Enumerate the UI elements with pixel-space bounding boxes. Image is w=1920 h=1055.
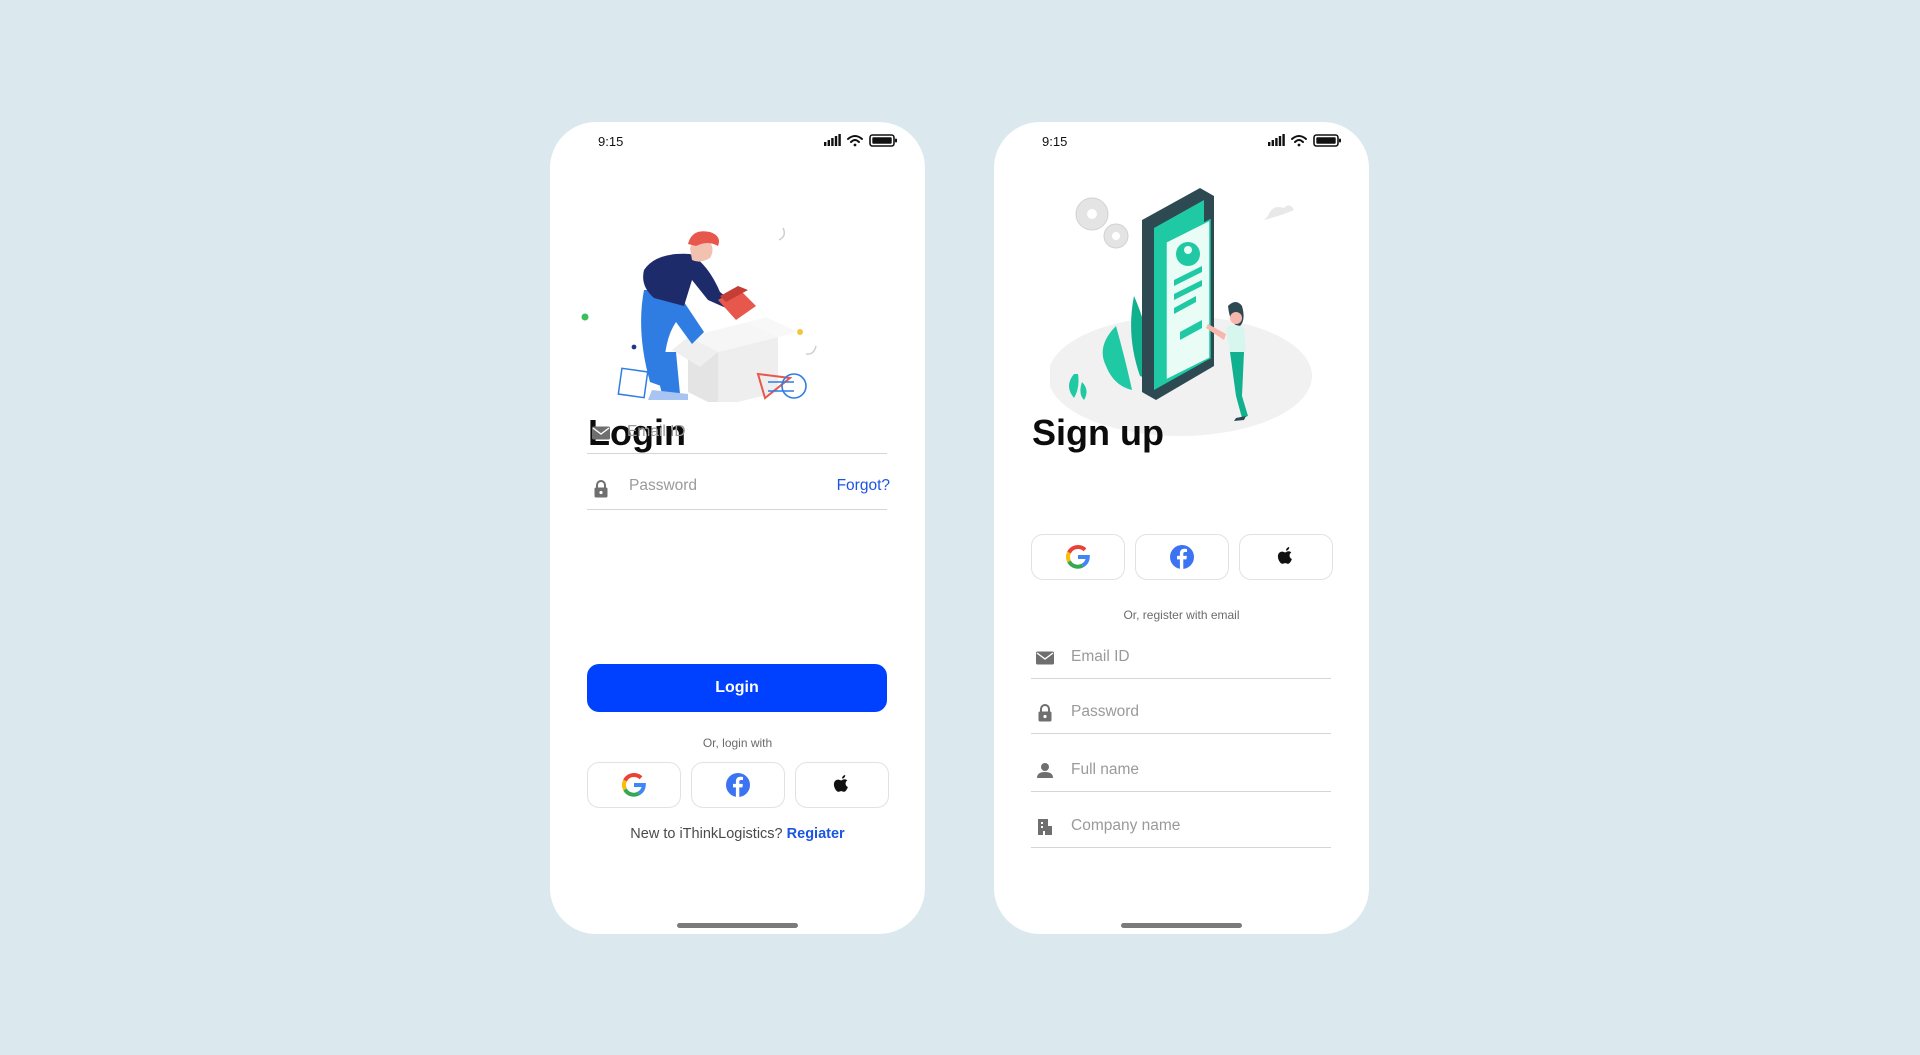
signup-email-field[interactable]: Email ID [1031, 634, 1331, 679]
battery-icon [1313, 134, 1341, 147]
fullname-placeholder: Full name [1071, 761, 1140, 778]
page-title: Sign up [1032, 412, 1164, 453]
lock-icon [594, 480, 608, 498]
status-time: 9:15 [1042, 134, 1068, 149]
register-prompt: New to iThinkLogistics? Regiater [550, 826, 925, 842]
apple-signup-button[interactable] [1239, 534, 1333, 580]
email-field[interactable]: Email ID [587, 409, 887, 454]
login-illustration [581, 227, 817, 402]
apple-icon [1277, 547, 1292, 564]
status-icons [1268, 134, 1341, 147]
facebook-signup-button[interactable] [1135, 534, 1229, 580]
facebook-login-button[interactable] [691, 762, 785, 808]
google-signup-button[interactable] [1031, 534, 1125, 580]
google-icon [621, 772, 646, 797]
home-indicator [677, 923, 798, 928]
register-link[interactable]: Regiater [787, 826, 845, 842]
facebook-icon [1170, 545, 1194, 569]
battery-icon [869, 134, 897, 147]
company-placeholder: Company name [1071, 817, 1181, 834]
signup-screen: 9:15 Sign up Or, register with email Ema… [994, 122, 1369, 934]
apple-icon [833, 775, 848, 792]
signup-illustration [1050, 188, 1312, 436]
status-icons [824, 134, 897, 147]
person-icon [1037, 763, 1053, 778]
forgot-password-link[interactable]: Forgot? [837, 477, 890, 495]
lock-icon [1038, 704, 1052, 722]
email-placeholder: Email ID [1071, 648, 1130, 665]
signup-divider-text: Or, register with email [1123, 608, 1240, 622]
apple-login-button[interactable] [795, 762, 889, 808]
building-icon [1038, 819, 1052, 835]
home-indicator [1121, 923, 1242, 928]
signal-icon [1268, 134, 1285, 146]
google-login-button[interactable] [587, 762, 681, 808]
email-placeholder: Email ID [627, 423, 686, 440]
signup-fullname-field[interactable]: Full name [1031, 747, 1331, 792]
mail-icon [1036, 651, 1054, 665]
signup-company-field[interactable]: Company name [1031, 803, 1331, 848]
password-placeholder: Password [629, 477, 698, 494]
signal-icon [824, 134, 841, 146]
facebook-icon [726, 773, 750, 797]
google-icon [1065, 544, 1090, 569]
login-screen: 9:15 Login Email ID Password Forgot? Log… [550, 122, 925, 934]
social-login-row [587, 762, 892, 808]
status-time: 9:15 [598, 134, 624, 149]
password-placeholder: Password [1071, 703, 1140, 720]
footer-text: New to iThinkLogistics? [630, 826, 783, 842]
wifi-icon [847, 135, 863, 147]
wifi-icon [1291, 135, 1307, 147]
login-divider-text: Or, login with [702, 736, 773, 750]
login-button[interactable]: Login [587, 664, 887, 712]
password-field[interactable]: Password Forgot? [587, 465, 890, 510]
signup-password-field[interactable]: Password [1031, 689, 1331, 734]
mail-icon [592, 426, 610, 440]
social-signup-row [1031, 534, 1336, 580]
